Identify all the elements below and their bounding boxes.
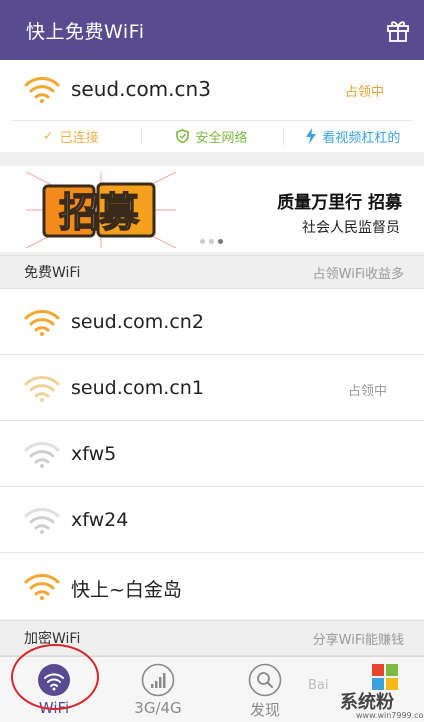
network-ssid: seud.com.cn2	[71, 311, 204, 333]
wifi-signal-icon	[24, 376, 60, 402]
network-status: 占领中	[347, 384, 387, 399]
list-item[interactable]: xfw5	[0, 421, 424, 487]
free-wifi-list: seud.com.cn2 seud.com.cn1 占领中 xfw5 xfw24	[0, 289, 424, 619]
connected-network-row[interactable]: seud.com.cn3 占领中	[0, 60, 424, 120]
tab-3g4g-label: 3G/4G	[134, 699, 182, 717]
encrypted-wifi-title: 加密WiFi	[24, 631, 81, 647]
free-wifi-title: 免费WiFi	[24, 265, 81, 281]
wifi-signal-icon	[24, 77, 60, 103]
encrypted-wifi-section-header: 加密WiFi 分享WiFi能赚钱	[0, 620, 424, 656]
tab-wifi-label: WiFi	[38, 699, 70, 717]
recruit-art-text: 招募	[59, 190, 140, 236]
signal-bars-icon	[141, 663, 175, 697]
page-dot-active	[218, 239, 223, 244]
recruit-art-image: 招募	[26, 172, 176, 248]
watermark-url: www.win7999.com	[356, 711, 424, 720]
list-item[interactable]: xfw24	[0, 487, 424, 553]
page-dot	[200, 239, 205, 244]
network-ssid: seud.com.cn1	[71, 377, 204, 399]
wifi-signal-icon	[24, 574, 60, 600]
network-ssid: 快上~白金岛	[71, 579, 182, 601]
banner-headline: 质量万里行 招募	[277, 193, 402, 213]
status-connected: ✓ 已连接	[0, 121, 141, 151]
network-ssid: xfw24	[71, 509, 129, 531]
occupy-status: 占领中	[344, 85, 384, 100]
promo-banner[interactable]: 招募 质量万里行 招募 社会人民监督员	[0, 166, 424, 252]
list-item[interactable]: seud.com.cn2	[0, 289, 424, 355]
wifi-signal-icon	[24, 508, 60, 534]
connected-ssid: seud.com.cn3	[71, 77, 211, 101]
gift-icon[interactable]	[385, 17, 411, 43]
banner-subline: 社会人民监督员	[302, 220, 400, 236]
free-wifi-section-header: 免费WiFi 占领WiFi收益多	[0, 255, 424, 289]
app-header: 快上免费WiFi	[0, 0, 424, 60]
network-ssid: xfw5	[71, 443, 117, 465]
lightning-icon	[306, 128, 317, 144]
wifi-signal-icon	[24, 310, 60, 336]
site-watermark: Bai 系统粉 www.win7999.com	[294, 656, 424, 722]
status-connected-label: 已连接	[59, 130, 99, 146]
watermark-text: Bai	[308, 678, 329, 693]
banner-page-indicator	[200, 239, 223, 244]
app-title: 快上免费WiFi	[26, 20, 145, 43]
encrypted-wifi-hint: 分享WiFi能赚钱	[312, 632, 404, 648]
shield-icon	[176, 129, 190, 143]
status-secure: 安全网络	[141, 121, 282, 151]
connected-network-card: seud.com.cn3 占领中 ✓ 已连接 安全网络 看视频杠杠的	[0, 60, 424, 152]
wifi-signal-icon	[24, 442, 60, 468]
page-dot	[209, 239, 214, 244]
check-icon: ✓	[42, 128, 54, 144]
status-secure-label: 安全网络	[195, 130, 248, 146]
status-speed: 看视频杠杠的	[282, 121, 424, 151]
tab-wifi[interactable]: WiFi	[14, 657, 94, 722]
connection-status-row: ✓ 已连接 安全网络 看视频杠杠的	[0, 121, 424, 151]
tab-3g4g[interactable]: 3G/4G	[118, 657, 198, 722]
discover-search-icon	[248, 663, 282, 697]
tab-discover[interactable]: 发现	[225, 657, 305, 722]
free-wifi-hint: 占领WiFi收益多	[312, 266, 404, 282]
list-item[interactable]: seud.com.cn1 占领中	[0, 355, 424, 421]
status-speed-label: 看视频杠杠的	[322, 130, 401, 146]
wifi-icon	[38, 664, 70, 696]
tab-discover-label: 发现	[249, 701, 280, 719]
list-item[interactable]: 快上~白金岛	[0, 553, 424, 619]
